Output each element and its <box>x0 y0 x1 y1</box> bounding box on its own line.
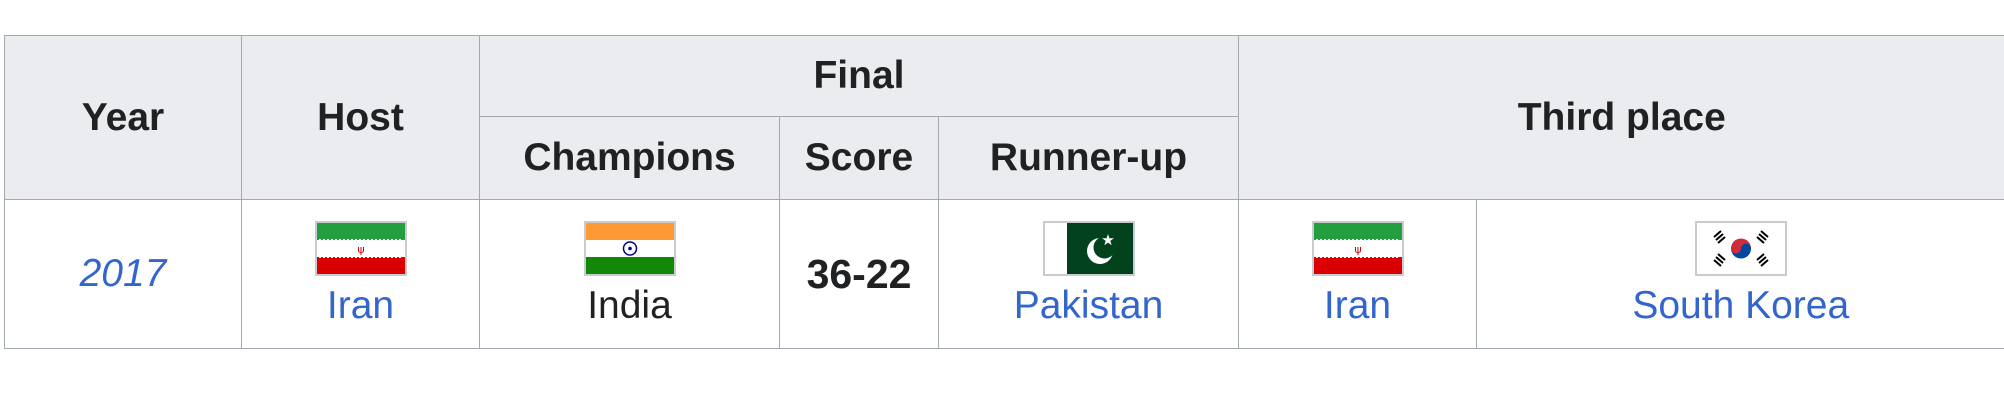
header-third-place: Third place <box>1237 35 2004 200</box>
third-place-cell-1: ψ Iran <box>1238 199 1477 349</box>
champion-cell: India <box>479 199 780 349</box>
third-place-link-2[interactable]: South Korea <box>1477 284 2004 328</box>
header-champions: Champions <box>479 116 780 200</box>
header-score: Score <box>779 116 939 200</box>
third-place-flag-2[interactable] <box>1477 220 2004 276</box>
score-cell: 36-22 <box>779 199 939 349</box>
third-place-link-1[interactable]: Iran <box>1239 284 1476 328</box>
header-runner-up: Runner-up <box>938 116 1239 200</box>
results-table: Year Host Final Third place Champions Sc… <box>4 35 2004 349</box>
south-korea-flag-icon <box>1694 220 1787 276</box>
runner-up-cell: Pakistan <box>938 199 1239 349</box>
host-flag[interactable]: ψ <box>242 220 479 276</box>
runner-up-link[interactable]: Pakistan <box>939 284 1238 328</box>
third-place-flag-1[interactable]: ψ <box>1239 220 1476 276</box>
india-flag-icon <box>583 220 676 276</box>
header-host: Host <box>241 35 480 200</box>
host-link[interactable]: Iran <box>242 284 479 328</box>
champion-flag[interactable] <box>480 220 779 276</box>
svg-text:ψ: ψ <box>357 243 364 256</box>
header-final: Final <box>479 35 1239 117</box>
champion-name: India <box>587 283 672 327</box>
iran-flag-icon: ψ <box>1311 220 1404 276</box>
iran-flag-icon: ψ <box>314 220 407 276</box>
year-link[interactable]: 2017 <box>80 252 167 295</box>
score-value: 36-22 <box>806 250 912 297</box>
pakistan-flag-icon <box>1042 220 1135 276</box>
third-place-cell-2: South Korea <box>1475 199 2004 349</box>
host-cell: ψ Iran <box>241 199 480 349</box>
runner-up-flag[interactable] <box>939 220 1238 276</box>
header-year: Year <box>4 35 242 200</box>
table-row: 2017 ψ Iran India 36-22 Pakistan ψ Iran … <box>4 199 2004 349</box>
year-cell: 2017 <box>4 199 242 349</box>
svg-text:ψ: ψ <box>1354 243 1361 256</box>
